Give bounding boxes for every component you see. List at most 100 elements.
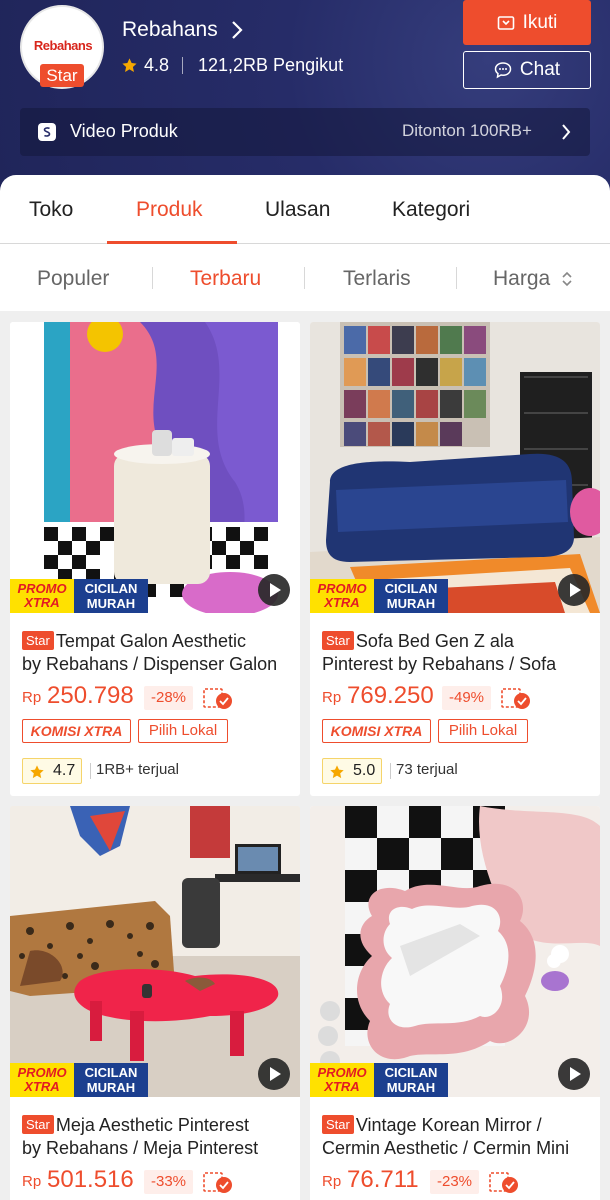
star-badge: Star xyxy=(40,64,84,87)
chevron-right-icon[interactable] xyxy=(230,19,244,41)
product-card[interactable]: PROMO XTRA CICILAN MURAH Star Tempat Galon … xyxy=(10,322,300,796)
promo-text: XTRA xyxy=(324,595,360,610)
play-icon[interactable] xyxy=(558,1058,590,1090)
pilih-lokal-tag: Pilih Lokal xyxy=(138,719,228,743)
product-title[interactable]: Star Tempat Galon Aesthetic by Rebahans /… xyxy=(22,630,290,676)
product-photo-sofa xyxy=(310,322,600,613)
promo-xtra-banner: PROMO XTRA CICILAN MURAH xyxy=(10,1063,148,1097)
product-price: 769.250 xyxy=(347,682,434,709)
star-tag: Star xyxy=(322,631,354,650)
title-line: Tempat Galon Aesthetic xyxy=(55,631,246,651)
follow-icon xyxy=(497,15,514,30)
sort-populer[interactable]: Populer xyxy=(37,267,109,291)
tab-produk[interactable]: Produk xyxy=(136,198,203,222)
product-card[interactable]: PROMO XTRA CICILAN MURAH Star Sofa Bed Gen … xyxy=(310,322,600,796)
sold-count: 1RB+ terjual xyxy=(96,761,179,778)
tab-ulasan[interactable]: Ulasan xyxy=(265,198,330,222)
sort-terbaru[interactable]: Terbaru xyxy=(190,267,261,291)
sort-arrows-icon[interactable] xyxy=(560,269,574,289)
shop-followers: 121,2RB Pengikut xyxy=(198,55,344,75)
follow-button[interactable]: Ikuti xyxy=(463,0,591,45)
product-photo-galon xyxy=(10,322,300,613)
product-image[interactable]: PROMO XTRA CICILAN MURAH xyxy=(10,322,300,613)
installment-icon xyxy=(501,688,530,709)
play-icon[interactable] xyxy=(258,574,290,606)
divider xyxy=(182,57,183,74)
star-icon xyxy=(30,765,44,779)
sort-bar: Populer Terbaru Terlaris Harga xyxy=(0,245,610,311)
installment-icon xyxy=(203,688,232,709)
video-icon xyxy=(38,123,56,141)
divider xyxy=(390,763,391,779)
sort-terlaris[interactable]: Terlaris xyxy=(343,267,411,291)
product-photo-mirror xyxy=(310,806,600,1097)
title-line: Sofa Bed Gen Z ala xyxy=(355,631,514,651)
play-icon[interactable] xyxy=(558,574,590,606)
discount-badge: -33% xyxy=(144,1170,194,1194)
price-currency: Rp xyxy=(322,689,342,706)
video-product-bar[interactable]: Video Produk Ditonton 100RB+ xyxy=(20,108,590,156)
divider xyxy=(152,267,153,289)
tab-toko[interactable]: Toko xyxy=(29,198,73,222)
promo-text: XTRA xyxy=(324,1079,360,1094)
price-currency: Rp xyxy=(22,689,42,706)
price-currency: Rp xyxy=(322,1173,342,1190)
product-price: 501.516 xyxy=(47,1166,134,1193)
installment-icon xyxy=(203,1172,232,1193)
video-label: Video Produk xyxy=(70,121,178,141)
promo-text: PROMO xyxy=(317,581,367,596)
star-tag: Star xyxy=(22,631,54,650)
promo-xtra-banner: PROMO XTRA CICILAN MURAH xyxy=(310,579,448,613)
promo-text: CICILAN xyxy=(84,581,138,596)
star-icon xyxy=(122,58,137,72)
play-icon[interactable] xyxy=(258,1058,290,1090)
shop-name[interactable]: Rebahans xyxy=(122,18,218,42)
title-line: Meja Aesthetic Pinterest xyxy=(55,1115,249,1135)
discount-badge: -49% xyxy=(442,686,492,710)
discount-badge: -23% xyxy=(430,1170,480,1194)
promo-text: PROMO xyxy=(17,1065,67,1080)
promo-text: MURAH xyxy=(386,1080,436,1095)
tab-kategori[interactable]: Kategori xyxy=(392,198,470,222)
follow-label: Ikuti xyxy=(522,11,558,33)
chevron-right-icon xyxy=(562,124,571,140)
title-line: by Rebahans / Dispenser Galon xyxy=(22,654,278,674)
chat-label: Chat xyxy=(519,59,561,80)
divider xyxy=(456,267,457,289)
product-title[interactable]: Star Meja Aesthetic Pinterest by Rebahans… xyxy=(22,1114,290,1160)
discount-badge: -28% xyxy=(144,686,194,710)
divider xyxy=(90,763,91,779)
promo-text: CICILAN xyxy=(384,581,438,596)
product-image[interactable]: PROMO XTRA CICILAN MURAH xyxy=(310,322,600,613)
komisi-xtra-tag: KOMISI XTRA xyxy=(22,719,131,743)
title-line: Pinterest by Rebahans / Sofa xyxy=(322,654,557,674)
product-price: 250.798 xyxy=(47,682,134,709)
promo-xtra-banner: PROMO XTRA CICILAN MURAH xyxy=(10,579,148,613)
promo-text: XTRA xyxy=(24,1079,60,1094)
rating-value: 4.7 xyxy=(53,762,76,779)
product-price: 76.711 xyxy=(347,1166,419,1193)
shop-rating: 4.8 xyxy=(144,55,170,75)
promo-xtra-banner: PROMO XTRA CICILAN MURAH xyxy=(310,1063,448,1097)
promo-text: MURAH xyxy=(86,1080,136,1095)
product-title[interactable]: Star Sofa Bed Gen Z ala Pinterest by Reba… xyxy=(322,630,590,676)
chat-icon xyxy=(494,62,512,79)
product-title[interactable]: Star Vintage Korean Mirror / Cermin Aesth… xyxy=(322,1114,590,1160)
product-card[interactable]: PROMO XTRA CICILAN MURAH Star Meja Aestheti… xyxy=(10,806,300,1200)
promo-text: PROMO xyxy=(17,581,67,596)
tab-bar: Toko Produk Ulasan Kategori xyxy=(0,175,610,244)
installment-icon xyxy=(489,1172,518,1193)
product-image[interactable]: PROMO XTRA CICILAN MURAH xyxy=(310,806,600,1097)
title-line: Vintage Korean Mirror / xyxy=(355,1115,542,1135)
product-card[interactable]: PROMO XTRA CICILAN MURAH Star Vintage Korea… xyxy=(310,806,600,1200)
sort-harga[interactable]: Harga xyxy=(493,267,550,291)
promo-text: PROMO xyxy=(317,1065,367,1080)
star-tag: Star xyxy=(22,1115,54,1134)
promo-text: CICILAN xyxy=(84,1065,138,1080)
video-views: Ditonton 100RB+ xyxy=(402,121,532,140)
title-line: by Rebahans / Meja Pinterest xyxy=(22,1138,259,1158)
product-grid: PROMO XTRA CICILAN MURAH Star Tempat Galon … xyxy=(0,311,610,1200)
sold-count: 73 terjual xyxy=(396,761,458,778)
chat-button[interactable]: Chat xyxy=(463,51,591,89)
product-image[interactable]: PROMO XTRA CICILAN MURAH xyxy=(10,806,300,1097)
